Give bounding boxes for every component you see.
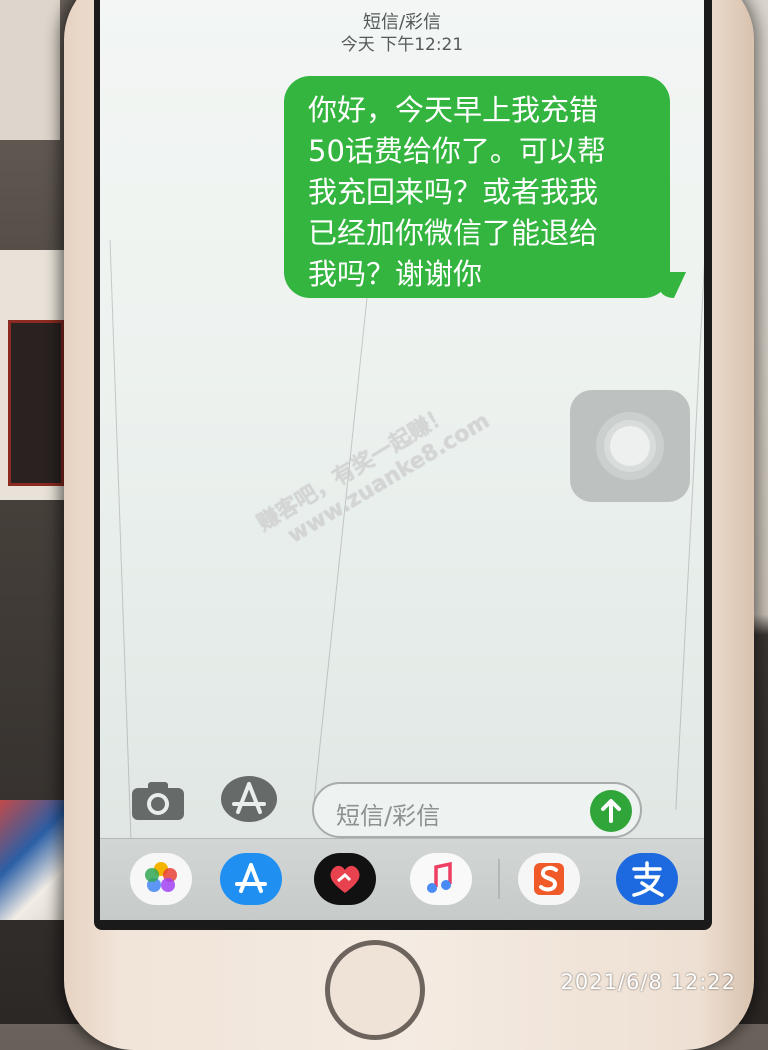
app-store-app-button[interactable] (220, 853, 282, 905)
message-input-placeholder: 短信/彩信 (336, 802, 441, 830)
background-card (0, 800, 70, 920)
conversation-time: 今天 下午12:21 (340, 35, 464, 55)
alipay-icon (632, 861, 664, 897)
message-line: 我充回来吗？或者我我 (308, 175, 599, 209)
app-drawer-button[interactable] (218, 774, 280, 824)
watermark-slogan: 赚客吧，有奖一起赚！ (253, 401, 455, 537)
heart-app-icon (330, 865, 360, 893)
screen-crack (675, 250, 704, 810)
sogou-icon (534, 863, 564, 895)
alipay-app-button[interactable] (616, 853, 678, 905)
assistive-touch-dot (610, 426, 650, 466)
music-icon (427, 861, 452, 893)
home-button[interactable] (325, 940, 425, 1040)
photos-app-button[interactable] (130, 853, 192, 905)
photo-timestamp: 2021/6/8 12:22 (560, 970, 736, 994)
send-arrow-icon (601, 799, 621, 823)
watermark: 赚客吧，有奖一起赚！ www.zuanke8.com (250, 381, 494, 559)
sent-message-bubble[interactable]: 你好，今天早上我充错 50话费给你了。可以帮 我充回来吗？或者我我 已经加你微信… (284, 76, 670, 298)
music-app-button[interactable] (410, 853, 472, 905)
message-input[interactable]: 短信/彩信 (312, 782, 642, 838)
screen-crack (109, 240, 132, 840)
photos-icon (145, 862, 177, 892)
dock-separator (498, 859, 500, 899)
send-button[interactable] (590, 790, 632, 832)
camera-button[interactable] (130, 780, 186, 822)
heart-app-button[interactable] (314, 853, 376, 905)
app-store-icon (235, 863, 267, 893)
background-object (0, 0, 60, 140)
camera-icon (132, 782, 184, 820)
app-dock (100, 838, 704, 920)
screen-crack (312, 291, 369, 809)
message-line: 50话费给你了。可以帮 (308, 134, 606, 168)
sogou-app-button[interactable] (518, 853, 580, 905)
message-line: 已经加你微信了能退给 (308, 216, 599, 250)
background-panel (8, 320, 64, 486)
message-line: 你好，今天早上我充错 (308, 93, 599, 127)
phone-screen: 短信/彩信 今天 下午12:21 你好，今天早上我充错 50话费给你了。可以帮 … (100, 0, 704, 920)
app-store-icon (221, 776, 277, 822)
message-line: 我吗？谢谢你 (308, 257, 483, 291)
assistive-touch-button[interactable] (570, 390, 690, 502)
